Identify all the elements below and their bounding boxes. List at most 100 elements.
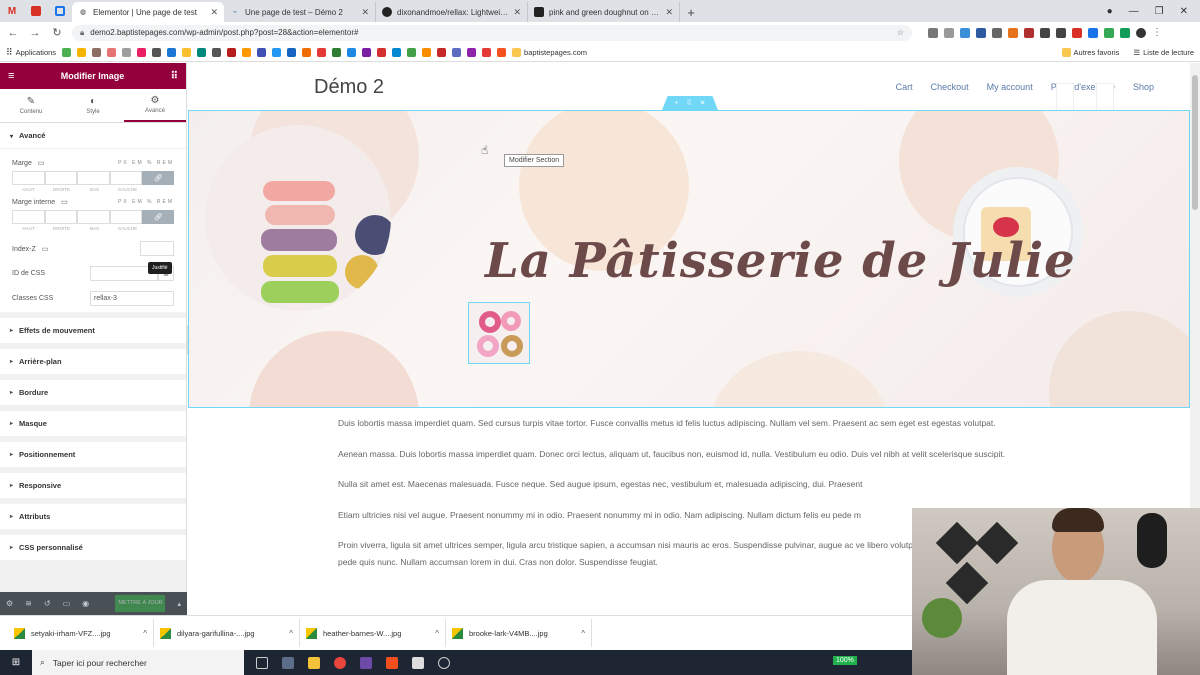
bookmark-icon[interactable] bbox=[152, 47, 162, 57]
reading-list[interactable]: ☰ Liste de lecture bbox=[1133, 48, 1194, 57]
link-values-button[interactable]: 🔗︎ bbox=[142, 171, 175, 185]
bookmark-icon[interactable] bbox=[317, 47, 327, 57]
back-icon[interactable]: ← bbox=[6, 27, 20, 39]
bookmark-icon[interactable] bbox=[137, 47, 147, 57]
bookmark-icon[interactable] bbox=[272, 47, 282, 57]
section-background[interactable]: ▸ Arrière-plan bbox=[0, 349, 186, 374]
tab-avance[interactable]: ⚙ Avancé bbox=[124, 89, 186, 122]
bookmark-icon[interactable] bbox=[197, 47, 207, 57]
extension-icon[interactable] bbox=[1040, 27, 1050, 38]
section-motion-effects[interactable]: ▸ Effets de mouvement bbox=[0, 318, 186, 343]
hamburger-icon[interactable]: ≡ bbox=[8, 70, 14, 82]
taskbar-search[interactable]: ⌕ Taper ici pour rechercher bbox=[32, 650, 244, 675]
bookmark-icon[interactable] bbox=[482, 47, 492, 57]
section-positioning[interactable]: ▸ Positionnement bbox=[0, 442, 186, 467]
link-values-button[interactable]: 🔗︎ bbox=[142, 210, 175, 224]
tab-demo[interactable]: ⌁ Une page de test – Démo 2 ✕ bbox=[224, 2, 376, 22]
bookmark-icon[interactable] bbox=[437, 47, 447, 57]
bookmark-icon[interactable] bbox=[62, 47, 72, 57]
reload-icon[interactable]: ↻ bbox=[50, 26, 64, 39]
pinned-tab-3[interactable] bbox=[48, 0, 72, 22]
other-favorites[interactable]: Autres favoris bbox=[1061, 47, 1119, 57]
margin-left-input[interactable] bbox=[109, 171, 143, 185]
zindex-input[interactable] bbox=[140, 241, 174, 256]
chevron-up-icon[interactable]: ▴ bbox=[177, 600, 181, 608]
url-input[interactable]: 🔒︎ demo2.baptistepages.com/wp-admin/post… bbox=[72, 24, 912, 41]
css-classes-input[interactable]: rellax-3 bbox=[90, 291, 174, 306]
tab-elementor[interactable]: ◍ Elementor | Une page de test ✕ bbox=[72, 2, 224, 22]
bookmark-icon[interactable] bbox=[77, 47, 87, 57]
tab-contenu[interactable]: ✎ Contenu bbox=[0, 89, 62, 122]
bookmark-icon[interactable] bbox=[302, 47, 312, 57]
extension-icon[interactable] bbox=[928, 27, 938, 38]
drag-handle-icon[interactable]: ⠿ bbox=[687, 99, 692, 107]
section-border[interactable]: ▸ Bordure bbox=[0, 380, 186, 405]
responsive-icon[interactable]: ▭ bbox=[63, 599, 71, 608]
extension-icon[interactable] bbox=[1056, 27, 1066, 38]
bookmark-icon[interactable] bbox=[392, 47, 402, 57]
new-tab-button[interactable]: + bbox=[680, 2, 702, 22]
settings-icon[interactable]: ⚙ bbox=[6, 599, 13, 608]
extension-icon[interactable] bbox=[960, 27, 970, 38]
margin-right-input[interactable] bbox=[44, 171, 78, 185]
hero-title[interactable]: La Pâtisserie de Julie bbox=[485, 233, 1076, 289]
close-icon[interactable]: ✕ bbox=[513, 7, 521, 18]
bookmark-icon[interactable] bbox=[107, 47, 117, 57]
file-explorer-icon[interactable] bbox=[308, 656, 320, 669]
extension-icon[interactable] bbox=[992, 27, 1002, 38]
nav-checkout[interactable]: Checkout bbox=[931, 82, 969, 92]
figma-icon[interactable] bbox=[386, 656, 398, 669]
close-icon[interactable]: ✕ bbox=[665, 7, 673, 18]
close-icon[interactable]: ✕ bbox=[700, 99, 706, 107]
gmail-pinned-tab[interactable]: M bbox=[0, 0, 24, 22]
tab-style[interactable]: ◐ Style bbox=[62, 89, 124, 122]
margin-bottom-input[interactable] bbox=[77, 171, 110, 185]
padding-left-input[interactable] bbox=[109, 210, 143, 224]
section-responsive[interactable]: ▸ Responsive bbox=[0, 473, 186, 498]
bookmark-icon[interactable] bbox=[92, 47, 102, 57]
margin-top-input[interactable] bbox=[12, 171, 45, 185]
extension-icon[interactable] bbox=[1008, 27, 1018, 38]
chevron-up-icon[interactable]: ^ bbox=[289, 629, 293, 638]
navigator-icon[interactable]: ≋ bbox=[25, 599, 32, 608]
avatar[interactable] bbox=[1136, 27, 1146, 38]
extension-icon[interactable] bbox=[1072, 27, 1082, 38]
extension-icon[interactable] bbox=[1088, 27, 1098, 38]
add-icon[interactable]: + bbox=[674, 100, 678, 107]
section-avance[interactable]: ▾ Avancé bbox=[0, 123, 186, 149]
extension-icon[interactable] bbox=[944, 27, 954, 38]
extension-icon[interactable] bbox=[1024, 27, 1034, 38]
task-view-icon[interactable] bbox=[256, 656, 268, 669]
download-item[interactable]: dilyara-garifullina-....jpg ^ bbox=[154, 619, 300, 647]
bookmark-icon[interactable] bbox=[422, 47, 432, 57]
extension-icon[interactable] bbox=[1120, 27, 1130, 38]
apps-bookmark[interactable]: ⠿ Applications bbox=[6, 47, 56, 58]
site-title[interactable]: Démo 2 bbox=[314, 76, 384, 99]
scrollbar-thumb[interactable] bbox=[1192, 75, 1198, 210]
bookmark-icon[interactable] bbox=[242, 47, 252, 57]
close-icon[interactable]: ✕ bbox=[210, 7, 218, 18]
history-icon[interactable]: ↺ bbox=[44, 599, 51, 608]
padding-right-input[interactable] bbox=[44, 210, 78, 224]
tab-unsplash[interactable]: pink and green doughnut on whi ✕ bbox=[528, 2, 680, 22]
close-icon[interactable]: ✕ bbox=[361, 7, 369, 18]
preview-eye-icon[interactable]: ◉ bbox=[82, 599, 89, 608]
chrome-icon[interactable] bbox=[334, 656, 346, 669]
app-icon[interactable] bbox=[438, 656, 450, 669]
padding-bottom-input[interactable] bbox=[77, 210, 110, 224]
hero-section[interactable]: La Pâtisserie de Julie Modifier Section … bbox=[188, 110, 1190, 408]
bookmark-icon[interactable] bbox=[467, 47, 477, 57]
unit-selector[interactable]: PX EM % REM bbox=[118, 199, 174, 205]
bookmark-icon[interactable] bbox=[167, 47, 177, 57]
bookmark-icon[interactable] bbox=[257, 47, 267, 57]
bookmark-icon[interactable] bbox=[287, 47, 297, 57]
donuts-image-widget[interactable] bbox=[468, 302, 530, 364]
bookmark-icon[interactable] bbox=[362, 47, 372, 57]
tab-github[interactable]: dixonandmoe/rellax: Lightweight ✕ bbox=[376, 2, 528, 22]
bookmark-icon[interactable] bbox=[452, 47, 462, 57]
macarons-image[interactable] bbox=[205, 125, 391, 311]
section-handle[interactable]: + ⠿ ✕ bbox=[662, 96, 718, 110]
download-item[interactable]: heather-barnes-W....jpg ^ bbox=[300, 619, 446, 647]
bookmark-icon[interactable] bbox=[122, 47, 132, 57]
bookmark-icon[interactable] bbox=[182, 47, 192, 57]
